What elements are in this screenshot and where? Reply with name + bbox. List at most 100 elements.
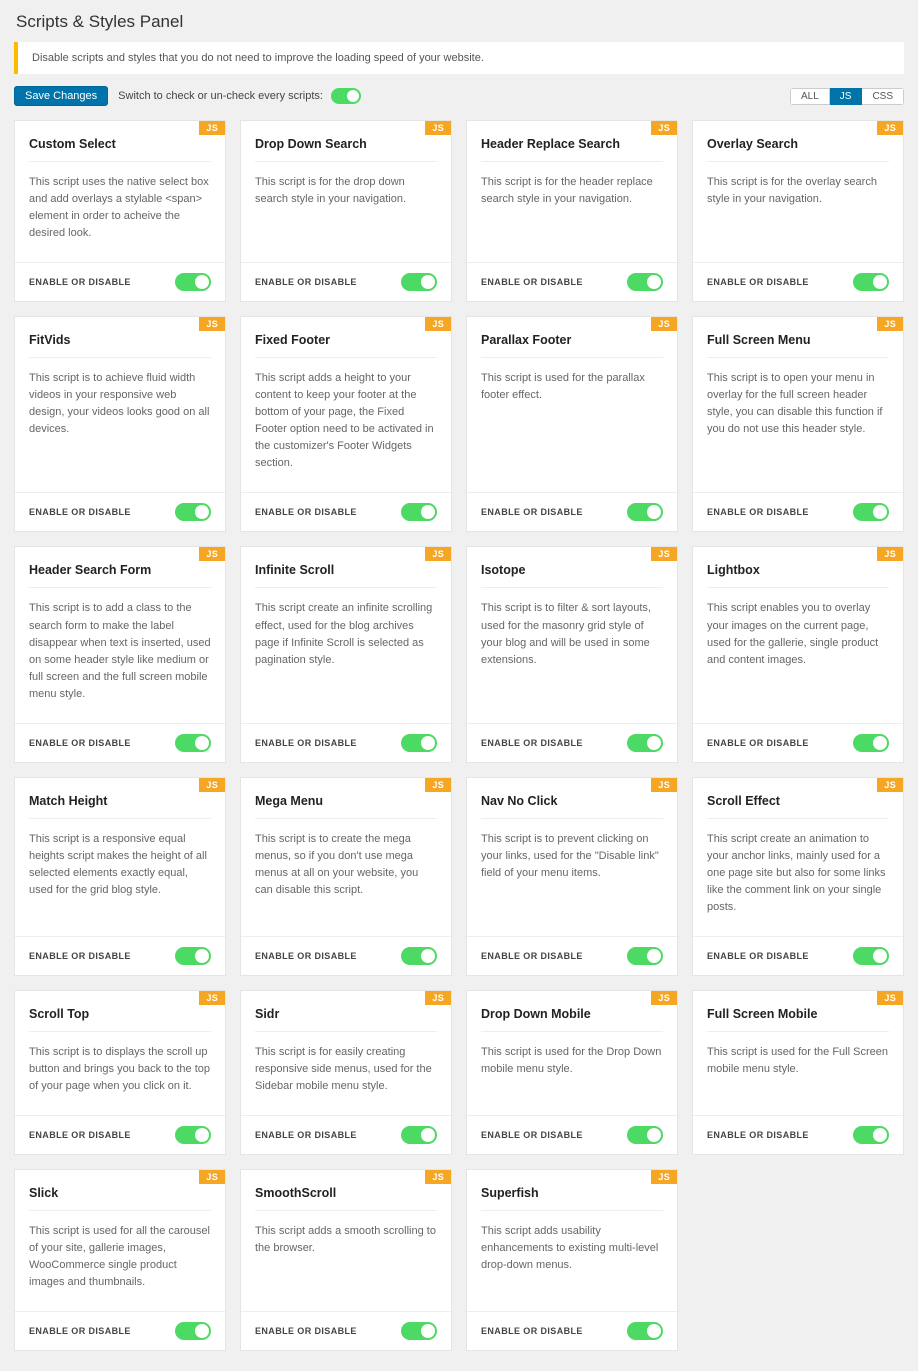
enable-toggle[interactable] <box>175 1126 211 1144</box>
card-title: SmoothScroll <box>255 1186 437 1211</box>
card-footer: ENABLE OR DISABLE <box>15 936 225 975</box>
page-title: Scripts & Styles Panel <box>16 12 904 32</box>
card-description: This script is a responsive equal height… <box>29 831 211 936</box>
card-title: Drop Down Mobile <box>481 1007 663 1032</box>
card: JSHeader Search FormThis script is to ad… <box>14 546 226 762</box>
enable-label: ENABLE OR DISABLE <box>255 738 357 748</box>
enable-toggle[interactable] <box>401 273 437 291</box>
enable-toggle[interactable] <box>627 947 663 965</box>
card: JSFitVidsThis script is to achieve fluid… <box>14 316 226 532</box>
card-footer: ENABLE OR DISABLE <box>15 1115 225 1154</box>
enable-toggle[interactable] <box>627 1126 663 1144</box>
type-badge: JS <box>651 547 677 561</box>
card-description: This script adds a height to your conten… <box>255 370 437 492</box>
card-title: Drop Down Search <box>255 137 437 162</box>
enable-toggle[interactable] <box>401 1322 437 1340</box>
card: JSHeader Replace SearchThis script is fo… <box>466 120 678 302</box>
save-button[interactable]: Save Changes <box>14 86 108 106</box>
card-title: Full Screen Menu <box>707 333 889 358</box>
card-footer: ENABLE OR DISABLE <box>15 262 225 301</box>
cards-grid: JSCustom SelectThis script uses the nati… <box>14 120 904 1351</box>
enable-label: ENABLE OR DISABLE <box>29 507 131 517</box>
type-badge: JS <box>425 547 451 561</box>
switch-all-toggle[interactable] <box>331 88 361 104</box>
enable-toggle[interactable] <box>853 947 889 965</box>
enable-toggle[interactable] <box>401 734 437 752</box>
type-badge: JS <box>199 317 225 331</box>
type-badge: JS <box>199 1170 225 1184</box>
card: JSOverlay SearchThis script is for the o… <box>692 120 904 302</box>
card-description: This script is to filter & sort layouts,… <box>481 600 663 722</box>
enable-label: ENABLE OR DISABLE <box>255 1326 357 1336</box>
card: JSInfinite ScrollThis script create an i… <box>240 546 452 762</box>
type-badge: JS <box>199 778 225 792</box>
type-badge: JS <box>877 547 903 561</box>
card-footer: ENABLE OR DISABLE <box>467 1311 677 1350</box>
card-title: Header Search Form <box>29 563 211 588</box>
card: JS Lightbox This script enables you to ove… <box>692 546 904 762</box>
card-description: This script is to displays the scroll up… <box>29 1044 211 1115</box>
enable-toggle[interactable] <box>175 273 211 291</box>
enable-label: ENABLE OR DISABLE <box>707 1130 809 1140</box>
enable-toggle[interactable] <box>853 503 889 521</box>
card-title: Infinite Scroll <box>255 563 437 588</box>
enable-toggle[interactable] <box>853 1126 889 1144</box>
card-description: This script is to open your menu in over… <box>707 370 889 492</box>
card-title: Lightbox <box>707 563 889 588</box>
card-description: This script is for the drop down search … <box>255 174 437 262</box>
filter-all[interactable]: ALL <box>790 88 830 105</box>
card-description: This script is used for the Full Screen … <box>707 1044 889 1115</box>
card-footer: ENABLE OR DISABLE <box>15 723 225 762</box>
enable-label: ENABLE OR DISABLE <box>707 277 809 287</box>
card-footer: ENABLE OR DISABLE <box>467 723 677 762</box>
type-badge: JS <box>199 121 225 135</box>
enable-toggle[interactable] <box>627 273 663 291</box>
toolbar: Save Changes Switch to check or un-check… <box>14 86 904 106</box>
enable-toggle[interactable] <box>627 503 663 521</box>
enable-toggle[interactable] <box>401 947 437 965</box>
enable-toggle[interactable] <box>853 273 889 291</box>
enable-toggle[interactable] <box>175 503 211 521</box>
card: JSSidrThis script is for easily creating… <box>240 990 452 1155</box>
type-badge: JS <box>651 317 677 331</box>
enable-label: ENABLE OR DISABLE <box>255 951 357 961</box>
card-description: This script is used for the parallax foo… <box>481 370 663 492</box>
card: JSNav No ClickThis script is to prevent … <box>466 777 678 976</box>
filter-group: ALL JS CSS <box>790 88 904 105</box>
filter-css[interactable]: CSS <box>862 88 904 105</box>
card-title: Superfish <box>481 1186 663 1211</box>
card-description: This script create an animation to your … <box>707 831 889 936</box>
card-footer: ENABLE OR DISABLE <box>241 492 451 531</box>
enable-toggle[interactable] <box>175 1322 211 1340</box>
enable-toggle[interactable] <box>175 734 211 752</box>
enable-label: ENABLE OR DISABLE <box>707 507 809 517</box>
card-description: This script enables you to overlay your … <box>707 600 889 722</box>
enable-toggle[interactable] <box>627 734 663 752</box>
card-footer: ENABLE OR DISABLE <box>241 936 451 975</box>
enable-label: ENABLE OR DISABLE <box>29 277 131 287</box>
card: JSDrop Down MobileThis script is used fo… <box>466 990 678 1155</box>
card-description: This script is used for all the carousel… <box>29 1223 211 1311</box>
enable-toggle[interactable] <box>175 947 211 965</box>
enable-label: ENABLE OR DISABLE <box>29 1130 131 1140</box>
enable-toggle[interactable] <box>401 1126 437 1144</box>
enable-label: ENABLE OR DISABLE <box>481 507 583 517</box>
enable-label: ENABLE OR DISABLE <box>255 1130 357 1140</box>
enable-toggle[interactable] <box>627 1322 663 1340</box>
card: JSMatch HeightThis script is a responsiv… <box>14 777 226 976</box>
enable-label: ENABLE OR DISABLE <box>707 951 809 961</box>
enable-toggle[interactable] <box>401 503 437 521</box>
type-badge: JS <box>425 121 451 135</box>
info-notice: Disable scripts and styles that you do n… <box>14 42 904 74</box>
type-badge: JS <box>425 317 451 331</box>
enable-label: ENABLE OR DISABLE <box>481 1130 583 1140</box>
type-badge: JS <box>425 991 451 1005</box>
filter-js[interactable]: JS <box>830 88 863 105</box>
card-description: This script is used for the Drop Down mo… <box>481 1044 663 1115</box>
enable-toggle[interactable] <box>853 734 889 752</box>
card-footer: ENABLE OR DISABLE <box>241 1311 451 1350</box>
card-footer: ENABLE OR DISABLE <box>241 262 451 301</box>
card-title: Isotope <box>481 563 663 588</box>
card-footer: ENABLE OR DISABLE <box>15 1311 225 1350</box>
card-title: Sidr <box>255 1007 437 1032</box>
